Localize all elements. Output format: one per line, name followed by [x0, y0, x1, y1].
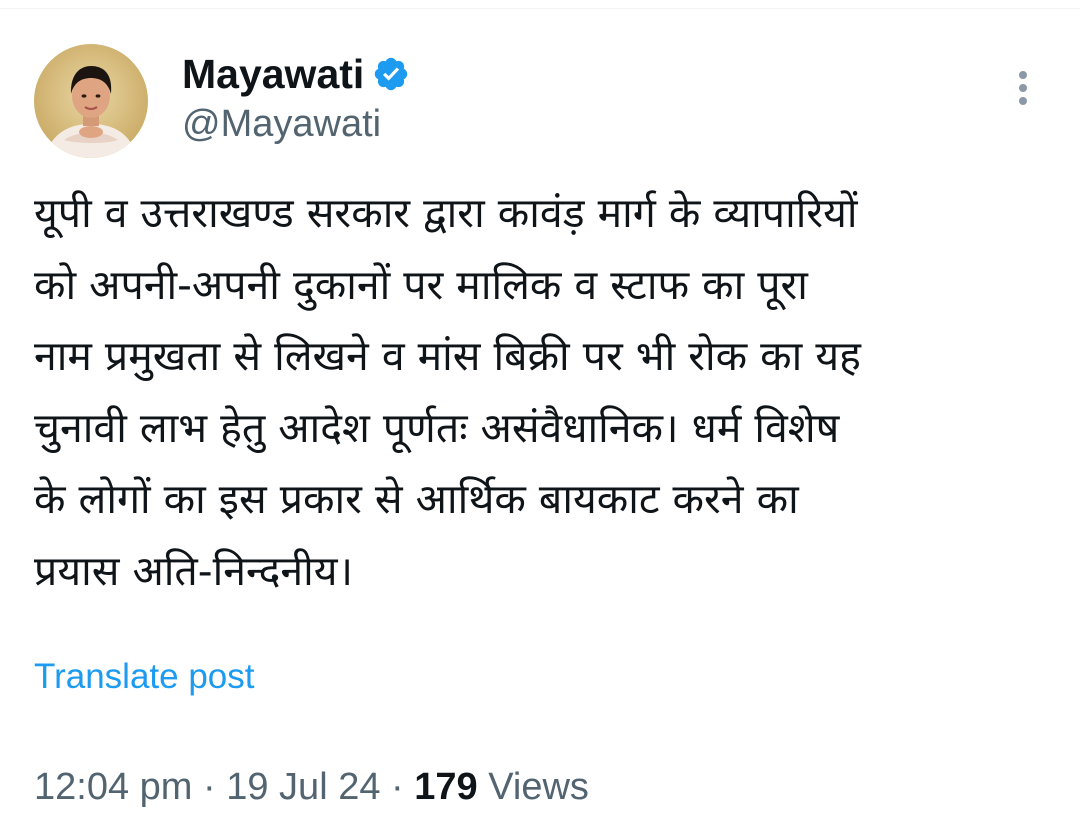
- meta-separator: ·: [391, 766, 404, 808]
- views-count: 179: [414, 766, 478, 808]
- more-vertical-icon[interactable]: [1006, 66, 1040, 116]
- tweet-meta: 12:04 pm · 19 Jul 24 · 179 Views: [34, 762, 589, 812]
- meta-separator: ·: [203, 766, 216, 808]
- tweet-time[interactable]: 12:04 pm: [34, 766, 192, 808]
- verified-badge-icon: [372, 55, 410, 93]
- tweet-text: यूपी व उत्तराखण्ड सरकार द्वारा कावंड़ मा…: [34, 189, 861, 595]
- user-handle[interactable]: @Mayawati: [182, 100, 381, 148]
- display-name[interactable]: Mayawati: [182, 46, 364, 102]
- avatar[interactable]: [34, 44, 148, 158]
- views-label: Views: [488, 766, 589, 808]
- name-row: Mayawati: [182, 46, 410, 102]
- translate-post-link[interactable]: Translate post: [34, 653, 254, 701]
- tweet-date[interactable]: 19 Jul 24: [226, 766, 380, 808]
- avatar-image: [34, 44, 148, 158]
- tweet-card: Mayawati @Mayawati यूपी व उत्तराखण्ड सरक…: [0, 0, 1080, 833]
